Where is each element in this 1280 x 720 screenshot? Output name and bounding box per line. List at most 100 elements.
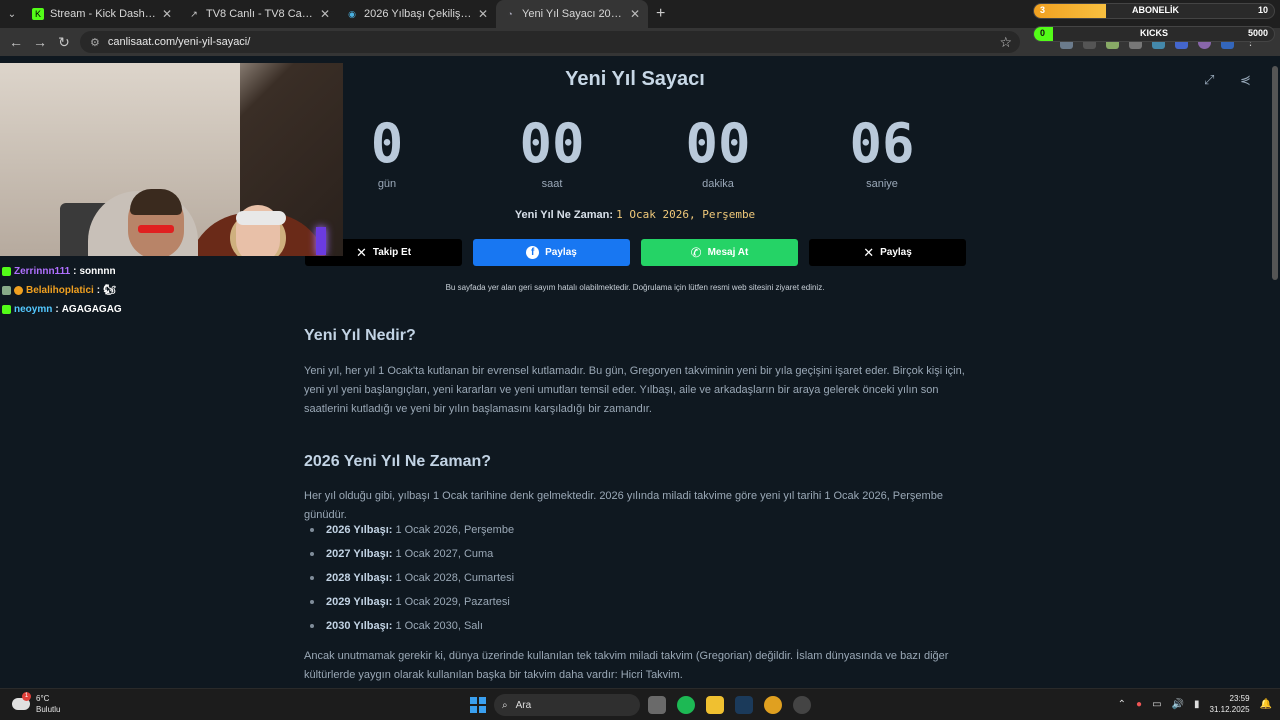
chat-user: neoymn <box>14 304 53 315</box>
clock-date: 31.12.2025 <box>1209 705 1250 714</box>
button-label: Takip Et <box>372 247 412 258</box>
countdown-unit: saniye <box>866 178 898 190</box>
scrollbar-thumb[interactable] <box>1272 66 1278 280</box>
list-item-date: 1 Ocak 2027, Cuma <box>395 548 494 560</box>
clock-icon: ◔ <box>507 9 513 19</box>
search-label: Ara <box>515 699 532 711</box>
countdown-unit: gün <box>377 178 397 190</box>
page-title: Yeni Yıl Sayacı <box>565 68 705 90</box>
tab-title: 2026 Yılbaşı Çekiliş Sonuçları, Y... <box>364 8 472 20</box>
countdown-unit: saat <box>541 178 563 190</box>
countdown-value: 0 <box>370 112 404 175</box>
tab-kick-dashboard[interactable]: K Stream - Kick Dashboard ✕ <box>24 0 180 28</box>
badge-icon <box>2 305 11 314</box>
countdown-value: 00 <box>519 112 585 175</box>
tab-search-button[interactable]: ⌄ <box>0 0 24 28</box>
countdown-seconds: 06 saniye <box>822 112 942 190</box>
tab-tv8[interactable]: ↗ TV8 Canlı - TV8 Canlı Yayın İzle ✕ <box>180 0 338 28</box>
network-icon[interactable]: ▭ <box>1152 699 1161 710</box>
webcam-overlay <box>0 63 343 256</box>
countdown-value: 06 <box>849 112 915 175</box>
chat-text: AGAGAGAG <box>61 304 122 315</box>
close-icon[interactable]: ✕ <box>162 7 172 21</box>
cloud-icon: 1 <box>12 692 31 710</box>
facebook-icon: f <box>526 246 540 259</box>
close-icon[interactable]: ✕ <box>630 7 640 21</box>
system-tray: ⌃ ● ▭ 🔊 ▮ 23:59 31.12.2025 🔔 <box>1118 693 1272 715</box>
chevron-up-icon[interactable]: ⌃ <box>1118 699 1126 710</box>
tab-title: Yeni Yıl Sayacı 2026 - Yılbaşı Ge... <box>522 8 624 20</box>
new-year-list: 2026 Yılbaşı: 1 Ocak 2026, Perşembe 2027 … <box>310 518 514 638</box>
list-item: 2028 Yılbaşı: 1 Ocak 2028, Cumartesi <box>310 566 514 590</box>
chat-message: Zerrinnn111 : sonnnn <box>2 262 122 281</box>
clock[interactable]: 23:59 31.12.2025 <box>1210 693 1250 715</box>
forward-button[interactable]: → <box>28 30 52 54</box>
bookmark-star-icon[interactable]: ☆ <box>999 34 1012 51</box>
section-paragraph: Yeni yıl, her yıl 1 Ocak'ta kutlanan bir… <box>304 365 965 415</box>
share-facebook-button[interactable]: f Paylaş <box>473 239 630 266</box>
list-item-date: 1 Ocak 2030, Salı <box>395 620 483 632</box>
windows-start-icon[interactable] <box>470 697 486 713</box>
chat-message: Belalihoplatici : 🐿 <box>2 281 122 300</box>
tab-title: TV8 Canlı - TV8 Canlı Yayın İzle <box>206 8 314 20</box>
list-item: 2026 Yılbaşı: 1 Ocak 2026, Perşembe <box>310 518 514 542</box>
kick-icon: K <box>32 8 44 20</box>
subscription-goal-bar: 3 ABONELİK 10 <box>1033 3 1275 19</box>
tab-title: Stream - Kick Dashboard <box>50 8 156 20</box>
kicks-label: KICKS <box>1140 28 1169 38</box>
badge-icon <box>2 267 11 276</box>
share-icon[interactable]: ⋞ <box>1240 72 1251 88</box>
close-icon[interactable]: ✕ <box>320 7 330 21</box>
chat-message: neoymn : AGAGAGAG <box>2 300 122 319</box>
new-tab-button[interactable]: + <box>648 5 673 23</box>
chat-user: Zerrinnn111 <box>14 266 71 277</box>
section-heading: Yeni Yıl Nedir? <box>304 327 416 344</box>
notification-icon[interactable]: 🔔 <box>1260 699 1272 710</box>
badge-icon <box>2 286 11 295</box>
tab-yeni-yil-sayaci[interactable]: ◔ Yeni Yıl Sayacı 2026 - Yılbaşı Ge... ✕ <box>496 0 648 28</box>
new-year-date-value: 1 Ocak 2026, Perşembe <box>616 208 756 221</box>
button-label: Paylaş <box>545 247 577 258</box>
whatsapp-message-button[interactable]: ✆ Mesaj At <box>641 239 798 266</box>
fullscreen-icon[interactable]: ⤢ <box>1204 72 1214 88</box>
url-input[interactable]: ⚙ canlisaat.com/yeni-yil-sayaci/ ☆ <box>80 31 1020 53</box>
taskbar-search[interactable]: ⌕ Ara <box>494 694 640 716</box>
list-item-year: 2027 Yılbaşı: <box>326 548 393 560</box>
app-icon[interactable] <box>793 696 811 714</box>
chat-user: Belalihoplatici <box>26 285 94 296</box>
section-paragraph: Ancak unutmamak gerekir ki, dünya üzerin… <box>304 650 949 681</box>
close-icon[interactable]: ✕ <box>478 7 488 21</box>
kicks-goal-bar: 0 KICKS 5000 <box>1033 26 1275 42</box>
spotify-icon[interactable] <box>677 696 695 714</box>
chrome-icon[interactable] <box>764 696 782 714</box>
list-item: 2027 Yılbaşı: 1 Ocak 2027, Cuma <box>310 542 514 566</box>
site-info-icon[interactable]: ⚙ <box>90 36 100 49</box>
reload-button[interactable]: ↻ <box>52 30 76 54</box>
battery-icon[interactable]: ▮ <box>1194 699 1200 710</box>
weather-badge: 1 <box>22 692 31 701</box>
list-item: 2030 Yılbaşı: 1 Ocak 2030, Salı <box>310 614 514 638</box>
back-button[interactable]: ← <box>4 30 28 54</box>
task-view-icon[interactable] <box>648 696 666 714</box>
share-x-button[interactable]: ✕ Paylaş <box>809 239 966 266</box>
volume-icon[interactable]: 🔊 <box>1172 699 1184 710</box>
list-item-date: 1 Ocak 2028, Cumartesi <box>395 572 515 584</box>
steam-icon[interactable] <box>735 696 753 714</box>
microphone-icon[interactable]: ● <box>1136 699 1142 710</box>
new-year-date: Yeni Yıl Ne Zaman: 1 Ocak 2026, Perşembe <box>304 208 966 221</box>
button-label: Mesaj At <box>707 247 749 258</box>
list-item-year: 2026 Yılbaşı: <box>326 524 393 536</box>
link-icon: ↗ <box>190 8 198 19</box>
weather-temp: 6°C <box>36 694 50 703</box>
weather-widget[interactable]: 1 6°C Bulutlu <box>12 692 61 715</box>
weather-desc: Bulutlu <box>36 705 61 714</box>
url-text: canlisaat.com/yeni-yil-sayaci/ <box>107 36 251 48</box>
file-explorer-icon[interactable] <box>706 696 724 714</box>
list-item-date: 1 Ocak 2029, Pazartesi <box>395 596 510 608</box>
countdown-minutes: 00 dakika <box>658 112 778 190</box>
tab-cekilis[interactable]: ◉ 2026 Yılbaşı Çekiliş Sonuçları, Y... ✕ <box>338 0 496 28</box>
list-item: 2029 Yılbaşı: 1 Ocak 2029, Pazartesi <box>310 590 514 614</box>
new-year-date-label: Yeni Yıl Ne Zaman: <box>514 209 614 221</box>
countdown-hours: 00 saat <box>492 112 612 190</box>
x-icon: ✕ <box>863 244 875 260</box>
